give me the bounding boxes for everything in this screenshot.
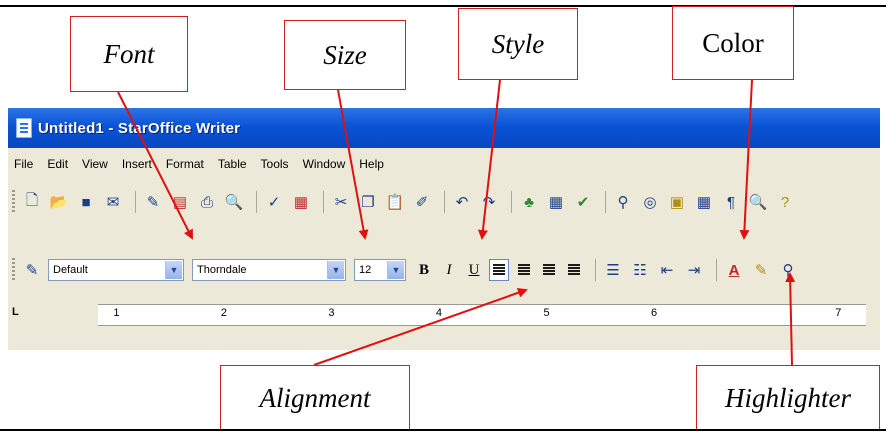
alignment-arrow (313, 287, 528, 366)
size-arrow (337, 89, 369, 240)
bottom-rule (0, 429, 886, 431)
font-arrow (117, 91, 193, 240)
color-callout: Color (672, 6, 794, 80)
color-arrow (739, 79, 753, 240)
alignment-callout: Alignment (220, 365, 410, 431)
size-callout: Size (284, 20, 406, 90)
highlighter-arrow (785, 272, 796, 366)
font-callout: Font (70, 16, 188, 92)
highlighter-callout: Highlighter (696, 365, 880, 431)
style-callout: Style (458, 8, 578, 80)
style-arrow (477, 79, 501, 240)
